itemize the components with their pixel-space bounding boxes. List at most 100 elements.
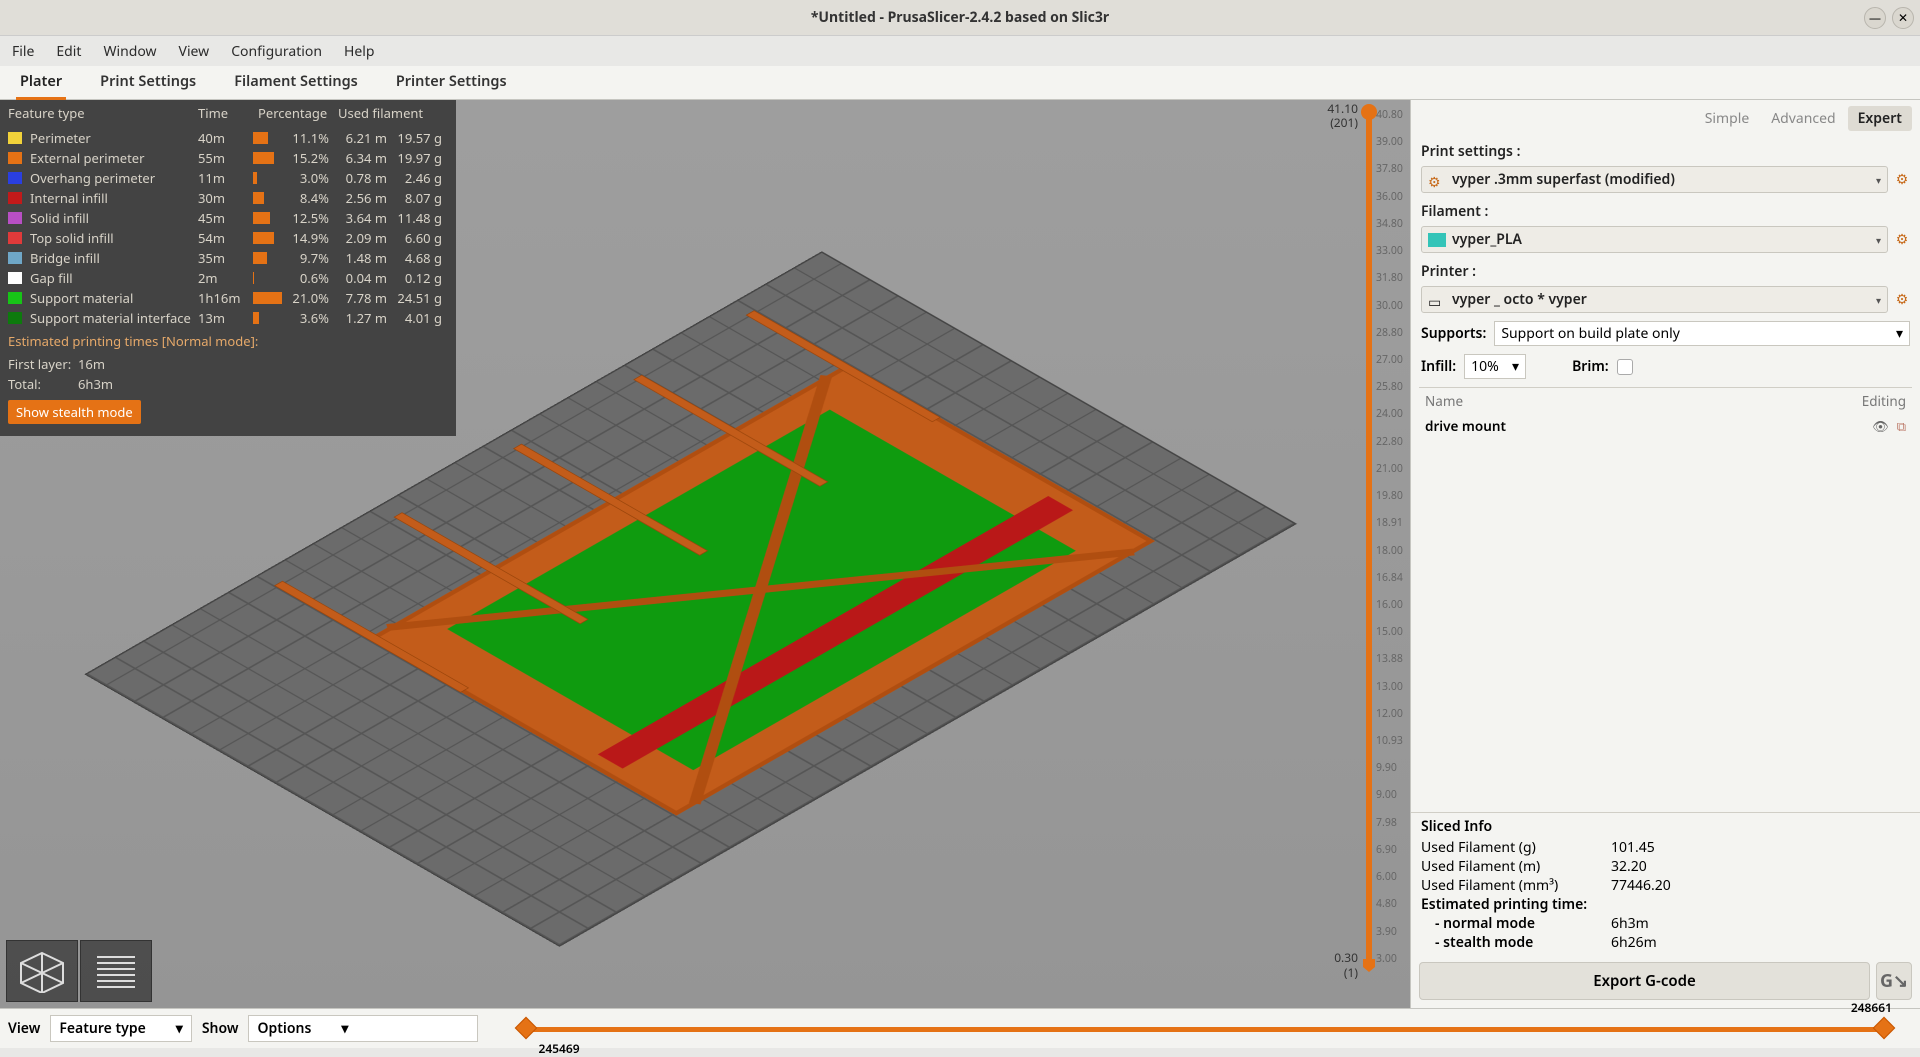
- horizontal-slider-value: 245469: [538, 1040, 579, 1057]
- menu-help[interactable]: Help: [344, 42, 375, 61]
- close-button[interactable]: ✕: [1892, 7, 1914, 29]
- legend-header-pct: Percentage: [258, 104, 338, 122]
- legend-length: 0.04 m: [335, 269, 391, 287]
- total-label: Total:: [8, 375, 78, 393]
- edit-icon[interactable]: [1897, 417, 1906, 435]
- legend-swatch: [8, 272, 22, 284]
- legend-row[interactable]: Internal infill30m8.4%2.56 m8.07 g: [0, 188, 456, 208]
- infill-label: Infill:: [1421, 357, 1456, 376]
- view-mode-3d-icon[interactable]: [6, 940, 78, 1002]
- filament-dropdown[interactable]: vyper_PLA: [1421, 226, 1888, 253]
- legend-header-used: Used filament: [338, 104, 448, 122]
- layer-slider-track[interactable]: [1366, 108, 1372, 966]
- legend-row[interactable]: Solid infill45m12.5%3.64 m11.48 g: [0, 208, 456, 228]
- object-name: drive mount: [1425, 417, 1864, 435]
- first-layer-value: 16m: [78, 355, 105, 373]
- legend-est-label: Estimated printing times [Normal mode]:: [0, 328, 456, 354]
- legend-row[interactable]: Support material interface13m3.6%1.27 m4…: [0, 308, 456, 328]
- bottom-featuretype-dropdown[interactable]: Feature type▾: [50, 1015, 192, 1042]
- tab-bar: Plater Print Settings Filament Settings …: [0, 66, 1920, 100]
- chevron-down-icon: ▾: [176, 1019, 183, 1038]
- object-list: NameEditing drive mount: [1419, 387, 1912, 812]
- objlist-header-editing: Editing: [1862, 392, 1906, 410]
- layer-bottom-index: (1): [1344, 964, 1358, 981]
- legend-row[interactable]: External perimeter55m15.2%6.34 m19.97 g: [0, 148, 456, 168]
- legend-length: 0.78 m: [335, 169, 391, 187]
- legend-time: 11m: [198, 169, 253, 187]
- menu-configuration[interactable]: Configuration: [231, 42, 322, 61]
- printer-edit-icon[interactable]: ⚙: [1894, 290, 1910, 309]
- visibility-icon[interactable]: [1872, 417, 1889, 435]
- menu-file[interactable]: File: [12, 42, 34, 61]
- total-value: 6h3m: [78, 375, 113, 393]
- legend-pct: 0.6%: [285, 269, 335, 287]
- mode-advanced[interactable]: Advanced: [1761, 106, 1845, 131]
- export-gcode-button[interactable]: Export G-code: [1419, 962, 1870, 1000]
- horizontal-move-slider[interactable]: 248661 245469: [518, 1017, 1892, 1041]
- preview-viewport[interactable]: Feature type Time Percentage Used filame…: [0, 100, 1410, 1008]
- legend-time: 54m: [198, 229, 253, 247]
- legend-weight: 0.12 g: [391, 269, 448, 287]
- minimize-button[interactable]: —: [1864, 7, 1886, 29]
- horizontal-slider-thumb-right[interactable]: [1873, 1016, 1896, 1039]
- legend-length: 6.34 m: [335, 149, 391, 167]
- legend-time: 13m: [198, 309, 253, 327]
- legend-length: 1.48 m: [335, 249, 391, 267]
- mode-simple[interactable]: Simple: [1695, 106, 1760, 131]
- legend-name: Gap fill: [30, 269, 198, 287]
- legend-row[interactable]: Support material1h16m21.0%7.78 m24.51 g: [0, 288, 456, 308]
- legend-row[interactable]: Top solid infill54m14.9%2.09 m6.60 g: [0, 228, 456, 248]
- brim-checkbox[interactable]: [1617, 359, 1633, 375]
- horizontal-slider-thumb-left[interactable]: [515, 1016, 538, 1039]
- legend-name: Bridge infill: [30, 249, 198, 267]
- infill-dropdown[interactable]: 10%▾: [1464, 354, 1526, 379]
- legend-row[interactable]: Overhang perimeter11m3.0%0.78 m2.46 g: [0, 168, 456, 188]
- legend-name: Solid infill: [30, 209, 198, 227]
- legend-time: 2m: [198, 269, 253, 287]
- chevron-down-icon: [1876, 230, 1881, 249]
- menu-edit[interactable]: Edit: [56, 42, 81, 61]
- legend-header-time: Time: [198, 104, 258, 122]
- legend-row[interactable]: Perimeter40m11.1%6.21 m19.57 g: [0, 128, 456, 148]
- tab-filament-settings[interactable]: Filament Settings: [230, 65, 362, 100]
- legend-swatch: [8, 312, 22, 324]
- legend-pct: 11.1%: [285, 129, 335, 147]
- first-layer-label: First layer:: [8, 355, 78, 373]
- legend-weight: 6.60 g: [391, 229, 448, 247]
- tab-printer-settings[interactable]: Printer Settings: [392, 65, 511, 100]
- supports-dropdown[interactable]: Support on build plate only▾: [1494, 321, 1910, 346]
- legend-bar: [253, 252, 285, 264]
- printer-dropdown[interactable]: ▭ vyper _ octo * vyper: [1421, 286, 1888, 313]
- printer-label: Printer :: [1421, 259, 1910, 284]
- menubar: File Edit Window View Configuration Help: [0, 36, 1920, 66]
- legend-length: 7.78 m: [335, 289, 391, 307]
- view-mode-layers-icon[interactable]: [80, 940, 152, 1002]
- mode-expert[interactable]: Expert: [1848, 106, 1912, 131]
- layer-slider-thumb-top[interactable]: [1361, 104, 1377, 120]
- filament-label: Filament :: [1421, 199, 1910, 224]
- legend-name: External perimeter: [30, 149, 198, 167]
- print-settings-edit-icon[interactable]: ⚙: [1894, 170, 1910, 189]
- print-settings-dropdown[interactable]: ⚙ vyper .3mm superfast (modified): [1421, 166, 1888, 193]
- layer-slider[interactable]: 41.10(201) 0.30(1) 40.8039.0037.8036.003…: [1318, 100, 1404, 980]
- object-row[interactable]: drive mount: [1419, 414, 1912, 438]
- tab-plater[interactable]: Plater: [16, 65, 66, 100]
- menu-window[interactable]: Window: [103, 42, 156, 61]
- tab-print-settings[interactable]: Print Settings: [96, 65, 200, 100]
- legend-row[interactable]: Gap fill2m 0.6%0.04 m0.12 g: [0, 268, 456, 288]
- legend-pct: 8.4%: [285, 189, 335, 207]
- sliced-info: Sliced Info Used Filament (g)101.45 Used…: [1411, 812, 1920, 956]
- legend-bar: [253, 272, 285, 284]
- legend-header-feature: Feature type: [8, 104, 198, 122]
- legend-row[interactable]: Bridge infill35m9.7%1.48 m4.68 g: [0, 248, 456, 268]
- filament-edit-icon[interactable]: ⚙: [1894, 230, 1910, 249]
- legend-bar: [253, 152, 285, 164]
- menu-view[interactable]: View: [179, 42, 210, 61]
- legend-name: Overhang perimeter: [30, 169, 198, 187]
- brim-label: Brim:: [1572, 357, 1609, 376]
- bottom-options-dropdown[interactable]: Options▾: [248, 1015, 478, 1042]
- export-gcode-alt-button[interactable]: G↘: [1876, 962, 1912, 1000]
- legend-weight: 8.07 g: [391, 189, 448, 207]
- legend-weight: 19.97 g: [391, 149, 448, 167]
- show-stealth-button[interactable]: Show stealth mode: [8, 400, 141, 424]
